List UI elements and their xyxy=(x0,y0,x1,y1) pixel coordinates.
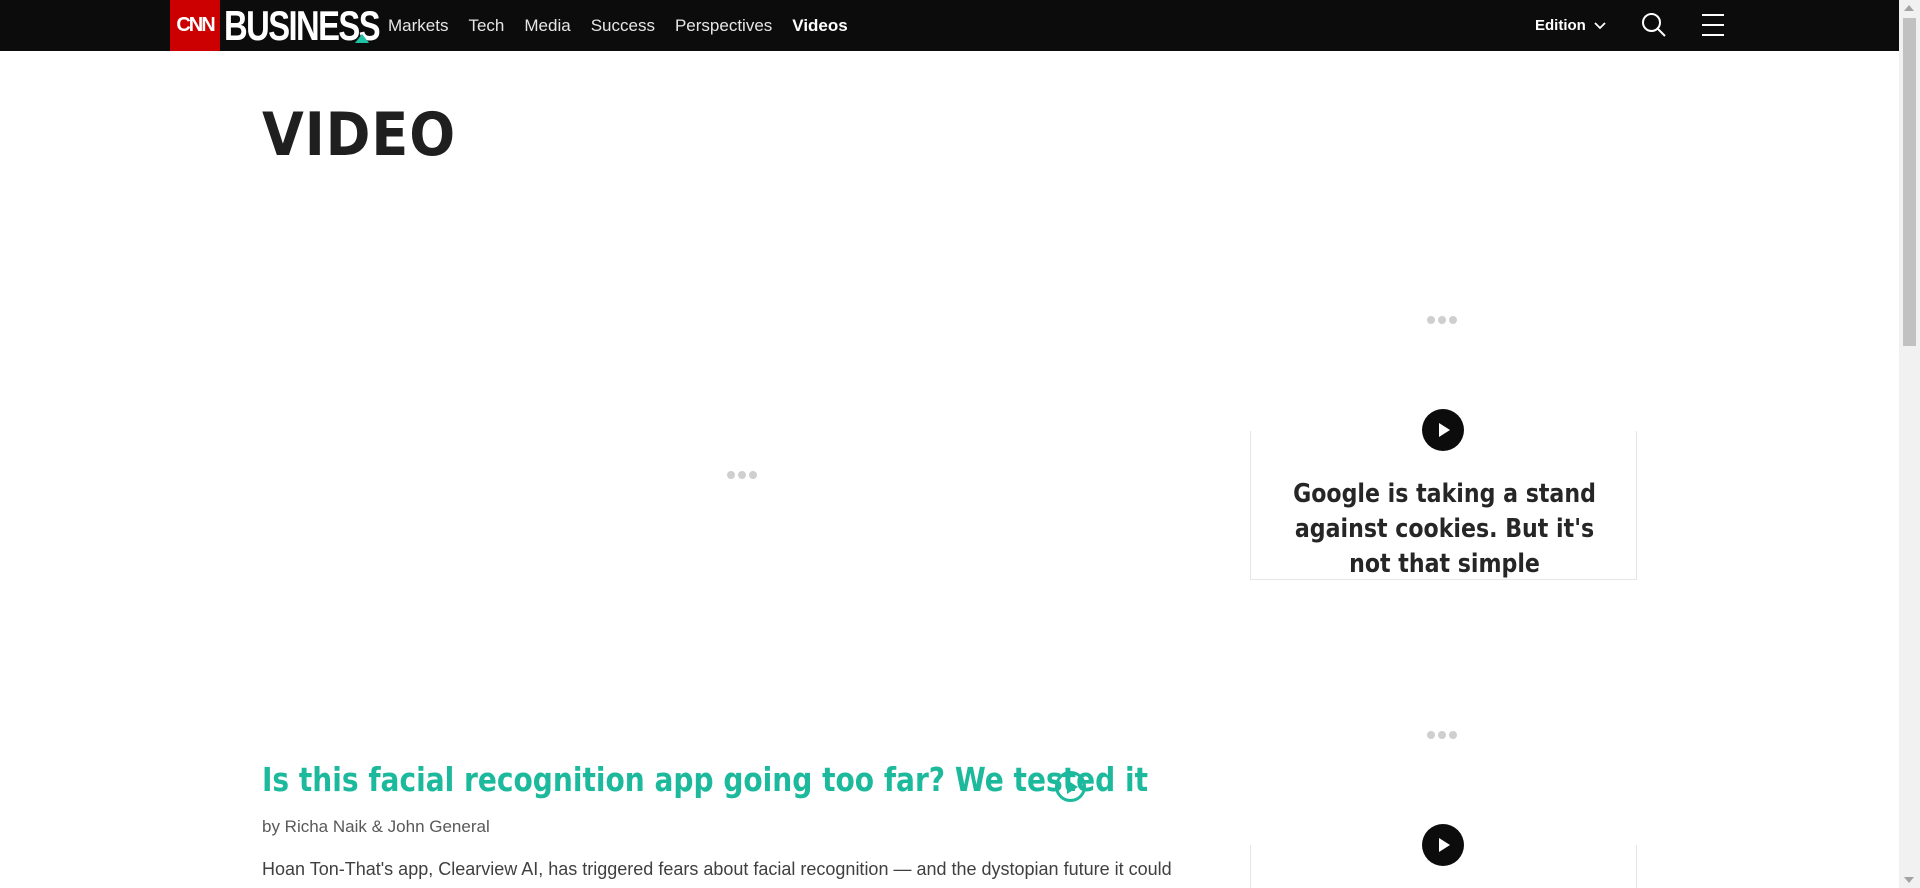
menu-icon[interactable] xyxy=(1700,12,1726,38)
play-icon[interactable] xyxy=(1422,409,1464,451)
nav-item-markets[interactable]: Markets xyxy=(388,16,448,36)
byline: by Richa Naik & John General xyxy=(262,817,490,836)
edition-label: Edition xyxy=(1535,17,1586,34)
nav-item-success[interactable]: Success xyxy=(591,16,655,36)
top-nav-bar: CNN BUSINESS Markets Tech Media Success … xyxy=(0,0,1899,51)
story-headline[interactable]: Is this facial recognition app going too… xyxy=(262,760,1148,799)
chevron-down-icon xyxy=(1594,21,1606,29)
edition-dropdown[interactable]: Edition xyxy=(1535,0,1606,51)
scroll-up-icon[interactable] xyxy=(1904,5,1914,11)
business-logo[interactable]: BUSINESS xyxy=(224,0,381,51)
page-scrollbar[interactable] xyxy=(1899,0,1920,888)
video-card[interactable]: Google is taking a stand against cookies… xyxy=(1250,431,1637,580)
nav-item-perspectives[interactable]: Perspectives xyxy=(675,16,772,36)
nav-item-media[interactable]: Media xyxy=(524,16,570,36)
section-nav: Markets Tech Media Success Perspectives … xyxy=(388,0,868,51)
page-title: VIDEO xyxy=(262,100,457,170)
story-summary: Hoan Ton-That's app, Clearview AI, has t… xyxy=(262,859,1172,879)
search-icon[interactable] xyxy=(1640,11,1668,39)
nav-item-tech[interactable]: Tech xyxy=(468,16,504,36)
cnn-logo[interactable]: CNN xyxy=(170,0,220,51)
video-player-loading-indicator xyxy=(727,471,757,479)
play-circle-icon[interactable] xyxy=(1055,771,1086,802)
thumbnail-loading-indicator xyxy=(1427,731,1457,739)
scroll-thumb[interactable] xyxy=(1903,18,1916,346)
nav-item-videos[interactable]: Videos xyxy=(792,16,847,36)
video-card-title[interactable]: Google is taking a stand against cookies… xyxy=(1280,477,1609,582)
logo-triangle-icon xyxy=(355,34,369,43)
scroll-down-icon[interactable] xyxy=(1904,877,1914,883)
play-icon[interactable] xyxy=(1422,824,1464,866)
thumbnail-loading-indicator xyxy=(1427,316,1457,324)
